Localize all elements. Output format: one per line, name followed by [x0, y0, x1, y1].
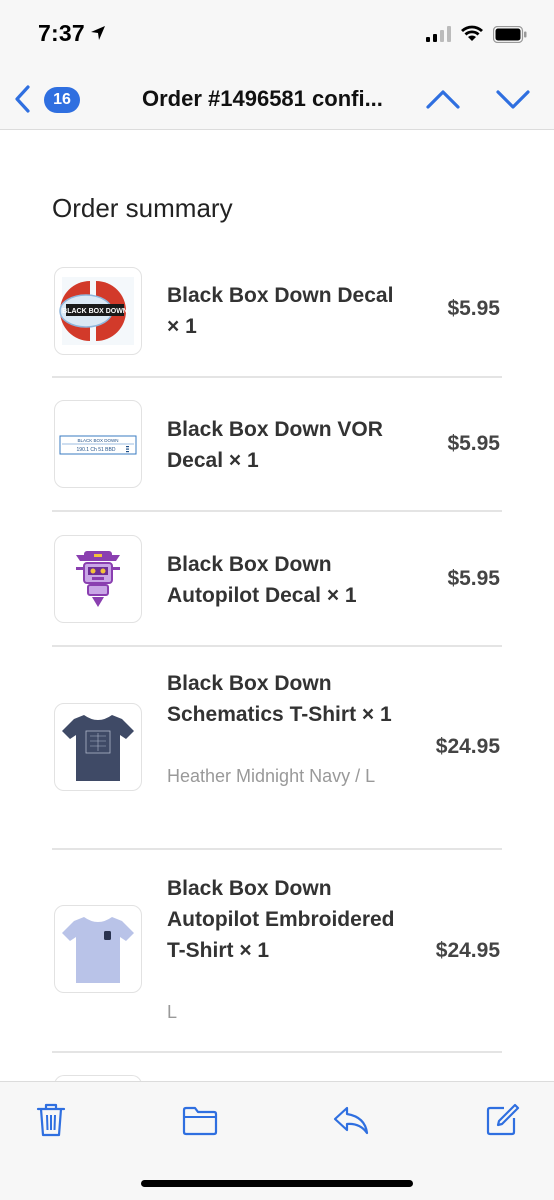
black-box-down-decal-image: BLACK BOX DOWN: [59, 277, 134, 345]
product-thumbnail: [54, 535, 142, 623]
mail-nav-bar: 16 Order #1496581 confi...: [0, 70, 554, 130]
battery-icon: [493, 26, 527, 43]
vor-top-text: BLACK BOX DOWN: [77, 438, 118, 443]
item-divider: [52, 645, 502, 647]
vor-bottom-text: 190.1 Ch 51 BBD: [77, 447, 116, 453]
order-item-decal[interactable]: BLACK BOX DOWN Black Box Down Decal × 1 …: [52, 265, 502, 357]
item-divider: [52, 848, 502, 850]
decal-logo-text: BLACK BOX DOWN: [62, 308, 128, 315]
product-thumbnail: BLACK BOX DOWN: [54, 267, 142, 355]
home-indicator[interactable]: [141, 1180, 413, 1187]
item-variant: L: [167, 1002, 178, 1022]
folder-icon[interactable]: [181, 1102, 219, 1138]
item-name: Black Box Down VOR Decal × 1: [167, 418, 383, 472]
navy-tshirt-image: [62, 715, 134, 781]
item-name: Black Box Down Autopilot Decal × 1: [167, 553, 357, 607]
unread-count-badge[interactable]: 16: [44, 87, 80, 113]
next-message-chevron-down-icon[interactable]: [494, 86, 532, 112]
order-item-autopilot-embroidered-tshirt[interactable]: Black Box Down Autopilot Embroidered T-S…: [52, 872, 502, 1032]
order-item-vor-decal[interactable]: BLACK BOX DOWN 190.1 Ch 51 BBD Black Box…: [52, 400, 502, 492]
order-summary-heading: Order summary: [52, 193, 233, 223]
item-divider: [52, 510, 502, 512]
back-chevron-icon[interactable]: [12, 84, 34, 114]
message-subject-title: Order #1496581 confi...: [142, 86, 383, 111]
cellular-signal-icon: [426, 26, 451, 42]
product-thumbnail: [54, 905, 142, 993]
item-divider: [52, 1051, 502, 1053]
item-variant: Heather Midnight Navy / L: [167, 766, 376, 786]
item-name: Black Box Down Autopilot Embroidered T-S…: [167, 877, 395, 962]
status-bar: 7:37: [0, 0, 554, 70]
autopilot-robot-decal-image: [76, 551, 120, 607]
item-price: $24.95: [435, 939, 500, 962]
previous-message-chevron-up-icon[interactable]: [424, 86, 462, 112]
item-price: $5.95: [447, 297, 500, 320]
item-divider: [52, 376, 502, 378]
status-time: 7:37: [38, 20, 85, 46]
item-price: $5.95: [447, 567, 500, 590]
trash-icon[interactable]: [34, 1102, 68, 1138]
item-name: Black Box Down Schematics T-Shirt × 1: [167, 672, 392, 726]
item-price: $24.95: [435, 735, 500, 758]
order-item-schematics-tshirt[interactable]: Black Box Down Schematics T-Shirt × 1 He…: [52, 668, 502, 828]
item-name: Black Box Down Decal × 1: [167, 284, 394, 338]
lavender-tshirt-image: [62, 917, 134, 983]
item-price: $5.95: [447, 432, 500, 455]
message-body[interactable]: Order summary BLACK BOX DOWN Black Box D…: [0, 131, 554, 1081]
product-thumbnail: BLACK BOX DOWN 190.1 Ch 51 BBD: [54, 400, 142, 488]
order-item-autopilot-decal[interactable]: Black Box Down Autopilot Decal × 1 $5.95: [52, 535, 502, 627]
reply-icon[interactable]: [332, 1102, 370, 1138]
vor-decal-image: BLACK BOX DOWN 190.1 Ch 51 BBD: [59, 435, 137, 455]
compose-icon[interactable]: [484, 1102, 520, 1138]
location-arrow-icon: [91, 26, 105, 40]
product-thumbnail: [54, 703, 142, 791]
wifi-icon: [461, 25, 483, 41]
